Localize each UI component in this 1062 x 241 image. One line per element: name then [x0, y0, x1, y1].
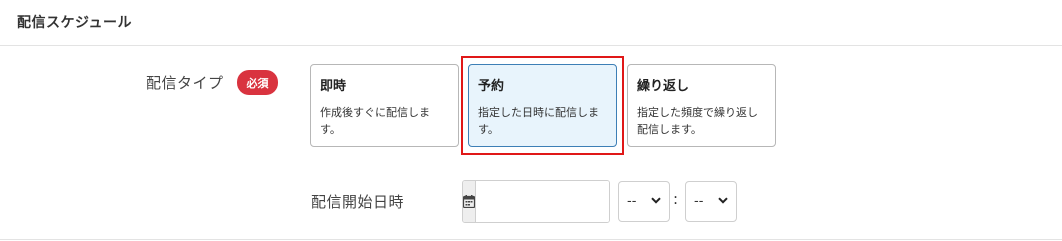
start-date-input[interactable]	[476, 181, 609, 222]
calendar-icon	[463, 195, 475, 208]
bottom-divider	[0, 239, 1062, 240]
card-title: 予約	[478, 79, 505, 94]
section-title: 配信スケジュール	[17, 15, 133, 31]
section-header: 配信スケジュール	[0, 0, 1062, 46]
card-title: 繰り返し	[637, 79, 690, 94]
card-description: 作成後すぐに配信します。	[320, 106, 430, 136]
card-description: 指定した日時に配信します。	[478, 106, 599, 136]
delivery-type-card-immediate[interactable]: 即時 作成後すぐに配信します。	[310, 64, 459, 147]
minute-select[interactable]: --	[685, 181, 737, 222]
date-input-group	[462, 180, 610, 223]
delivery-type-label: 配信タイプ	[146, 74, 224, 92]
card-title: 即時	[320, 79, 347, 94]
chevron-down-icon	[718, 197, 728, 204]
time-separator: :	[673, 190, 679, 208]
minute-select-value: --	[694, 194, 704, 209]
delivery-type-card-recurring[interactable]: 繰り返し 指定した頻度で繰り返し配信します。	[627, 64, 776, 147]
delivery-type-card-scheduled[interactable]: 予約 指定した日時に配信します。	[468, 64, 617, 147]
chevron-down-icon	[651, 197, 661, 204]
start-datetime-label: 配信開始日時	[311, 193, 405, 211]
hour-select[interactable]: --	[618, 181, 670, 222]
hour-select-value: --	[627, 194, 637, 209]
card-description: 指定した頻度で繰り返し配信します。	[637, 106, 758, 136]
required-badge: 必須	[237, 70, 278, 95]
calendar-button[interactable]	[463, 181, 476, 222]
